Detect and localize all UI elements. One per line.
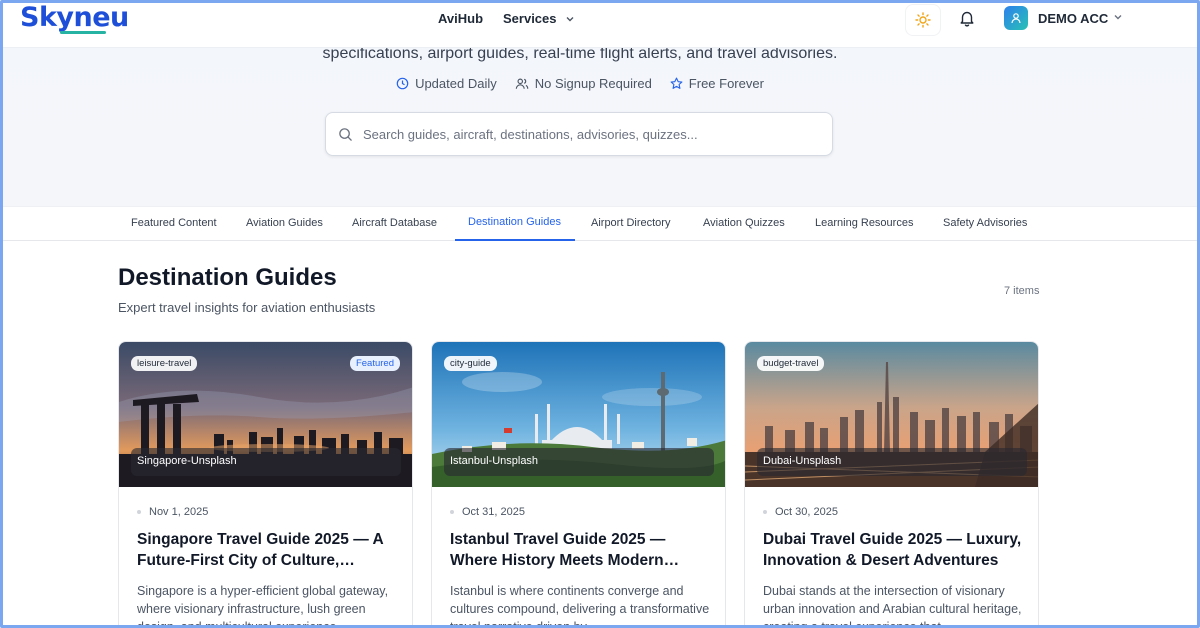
card-description: Dubai stands at the intersection of visi… <box>763 584 1022 628</box>
tab-airport-directory[interactable]: Airport Directory <box>591 217 670 229</box>
item-count: 7 items <box>1004 285 1040 297</box>
dot-icon <box>137 510 141 514</box>
guide-card-singapore[interactable]: leisure-travel Featured Singapore-Unspla… <box>118 341 413 628</box>
user-icon <box>1011 13 1021 24</box>
card-title[interactable]: Istanbul Travel Guide 2025 — Where Histo… <box>450 529 712 571</box>
chevron-down-icon[interactable] <box>1113 12 1123 22</box>
nav-services-label: Services <box>503 11 557 26</box>
guide-card-istanbul[interactable]: city-guide Istanbul-Unsplash Oct 31, 202… <box>431 341 726 628</box>
bell-icon[interactable] <box>958 9 976 27</box>
card-description: Singapore is a hyper-efficient global ga… <box>137 584 389 628</box>
card-date: Oct 31, 2025 <box>450 506 525 518</box>
tab-safety-advisories[interactable]: Safety Advisories <box>943 217 1027 229</box>
card-tag[interactable]: budget-travel <box>757 356 825 371</box>
featured-badge: Featured <box>349 356 400 371</box>
hero-section: specifications, airport guides, real-tim… <box>0 45 1200 206</box>
card-date-text: Nov 1, 2025 <box>149 506 209 518</box>
dot-icon <box>763 510 767 514</box>
users-icon <box>515 78 528 89</box>
sun-icon <box>915 12 931 28</box>
dot-icon <box>450 510 454 514</box>
logo-underline <box>60 31 106 34</box>
hero-features: Updated Daily No Signup Required Free Fo… <box>0 76 1160 91</box>
image-caption: Dubai-Unsplash <box>757 448 1027 476</box>
category-tabs: Featured Content Aviation Guides Aircraf… <box>0 206 1200 241</box>
clock-icon <box>396 77 409 90</box>
card-title[interactable]: Dubai Travel Guide 2025 — Luxury, Innova… <box>763 529 1025 571</box>
logo[interactable]: Skyneu <box>20 2 129 33</box>
feature-label: No Signup Required <box>534 76 652 91</box>
tab-featured-content[interactable]: Featured Content <box>131 217 217 229</box>
active-tab-indicator <box>455 239 575 241</box>
image-caption: Singapore-Unsplash <box>131 448 401 476</box>
feature-label: Free Forever <box>688 76 764 91</box>
feature-no-signup: No Signup Required <box>515 76 652 91</box>
card-date-text: Oct 31, 2025 <box>462 506 525 518</box>
tab-aviation-quizzes[interactable]: Aviation Quizzes <box>703 217 785 229</box>
tab-destination-guides[interactable]: Destination Guides <box>468 216 561 228</box>
top-header: Skyneu AviHub Services DEMO ACC <box>0 0 1200 48</box>
search-input[interactable] <box>363 126 803 142</box>
nav-avihub[interactable]: AviHub <box>438 11 483 26</box>
section-subtitle: Expert travel insights for aviation enth… <box>118 300 376 315</box>
search-icon <box>339 127 352 141</box>
search-box[interactable] <box>325 112 833 156</box>
guide-card-dubai[interactable]: budget-travel Dubai-Unsplash Oct 30, 202… <box>744 341 1039 628</box>
card-date-text: Oct 30, 2025 <box>775 506 838 518</box>
account-name[interactable]: DEMO ACC <box>1038 11 1108 26</box>
card-tag[interactable]: leisure-travel <box>131 356 198 371</box>
card-description: Istanbul is where continents converge an… <box>450 584 710 628</box>
feature-free-forever: Free Forever <box>670 76 764 91</box>
tab-aircraft-database[interactable]: Aircraft Database <box>352 217 437 229</box>
section-title: Destination Guides <box>118 264 337 291</box>
tab-learning-resources[interactable]: Learning Resources <box>815 217 913 229</box>
nav-services[interactable]: Services <box>503 11 575 26</box>
card-tag[interactable]: city-guide <box>444 356 497 371</box>
avatar[interactable] <box>1004 6 1028 30</box>
image-caption: Istanbul-Unsplash <box>444 448 714 476</box>
star-icon <box>670 77 683 89</box>
theme-toggle-button[interactable] <box>905 4 941 36</box>
chevron-down-icon <box>566 16 573 21</box>
card-date: Nov 1, 2025 <box>137 506 208 518</box>
card-date: Oct 30, 2025 <box>763 506 838 518</box>
feature-label: Updated Daily <box>415 76 497 91</box>
card-title[interactable]: Singapore Travel Guide 2025 — A Future-F… <box>137 529 399 571</box>
feature-updated-daily: Updated Daily <box>396 76 497 91</box>
tab-aviation-guides[interactable]: Aviation Guides <box>246 217 323 229</box>
